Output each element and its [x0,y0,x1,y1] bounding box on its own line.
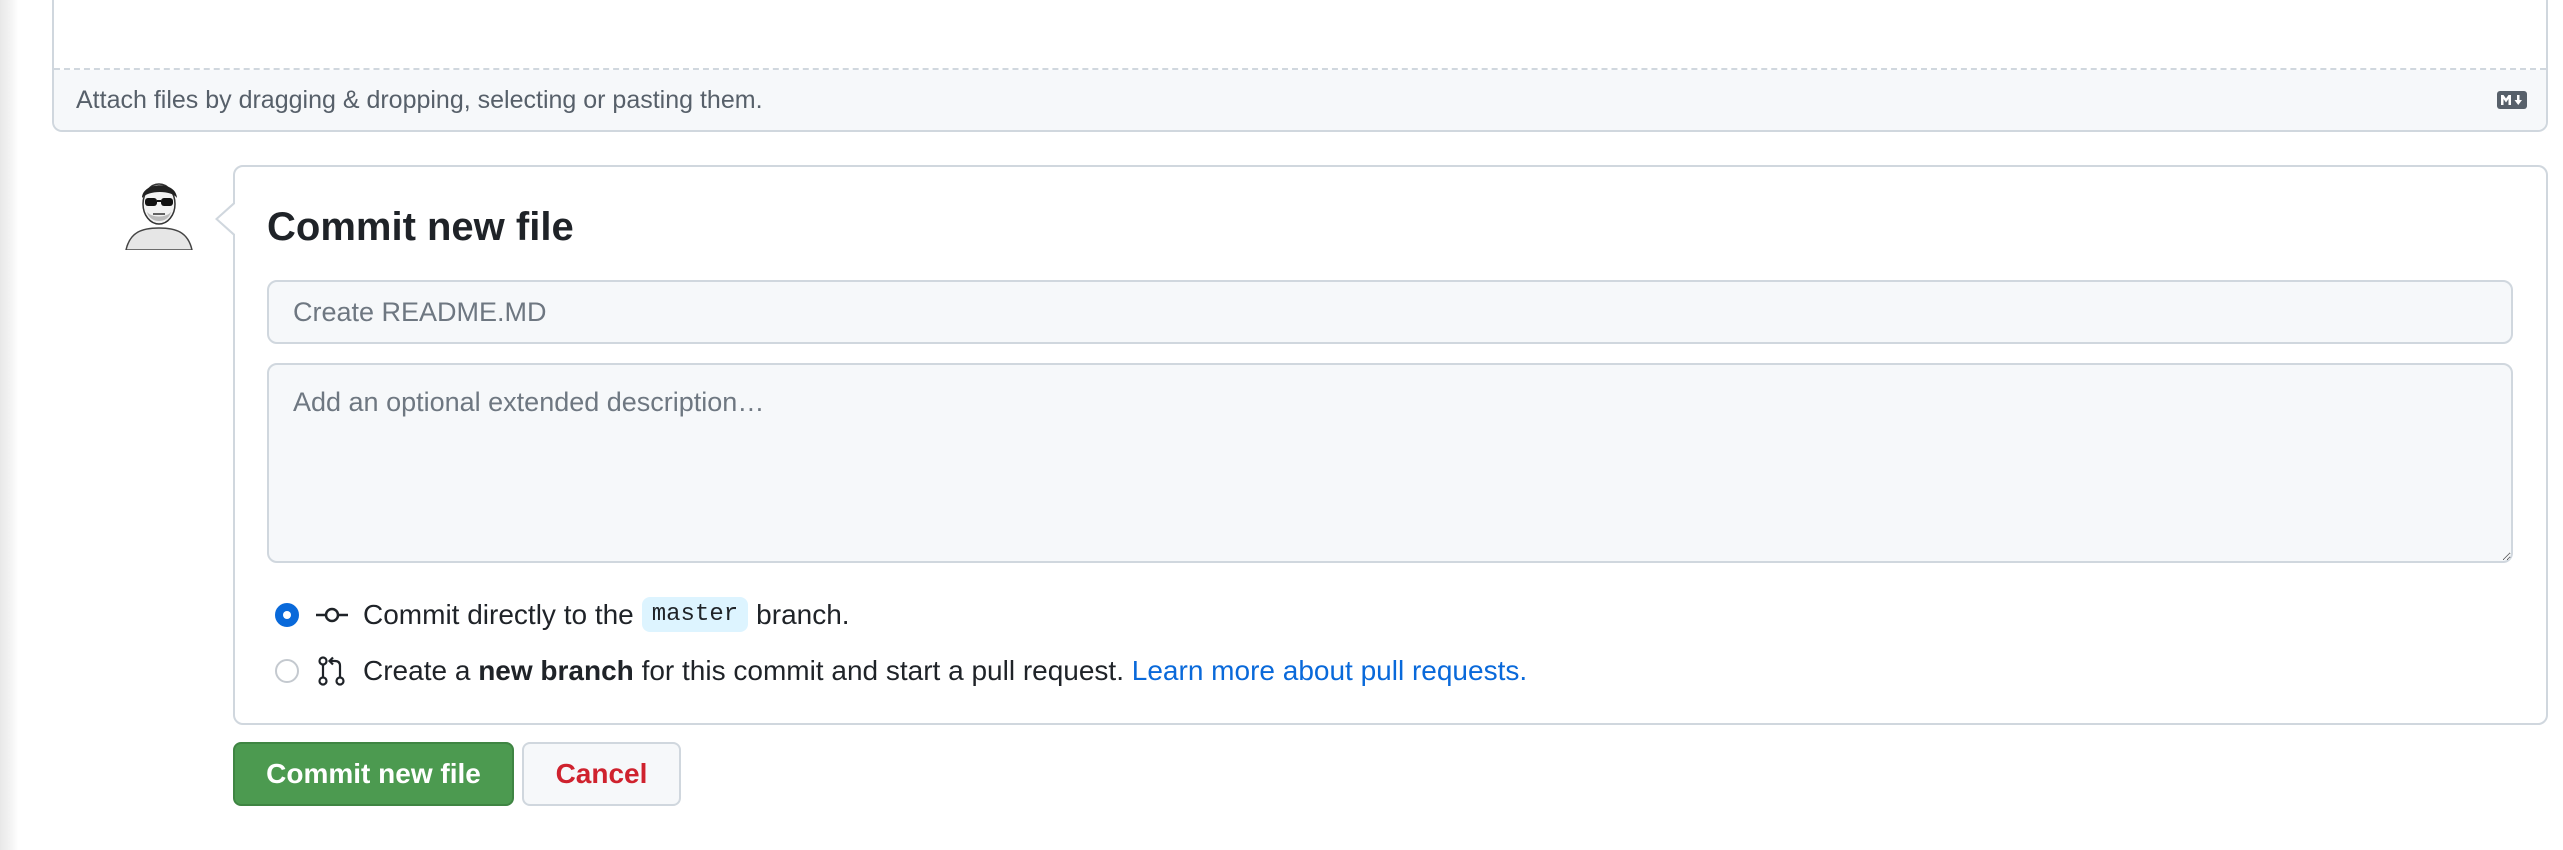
attach-files-text: Attach files by dragging & dropping, sel… [76,85,763,114]
editor-text-area[interactable] [54,0,2546,70]
learn-more-pull-requests-link[interactable]: Learn more about pull requests. [1132,655,1527,687]
branch-name-badge: master [641,597,749,632]
commit-form: Commit new file Commit directly to the m… [215,165,2548,725]
radio-new-branch[interactable] [275,659,299,683]
avatar [120,172,198,251]
option-new-branch-suffix: for this commit and start a pull request… [641,655,1124,686]
git-pull-request-icon [315,656,349,686]
markdown-icon [2496,90,2528,110]
file-editor[interactable]: Attach files by dragging & dropping, sel… [52,0,2548,132]
commit-new-file-button[interactable]: Commit new file [233,742,514,806]
git-commit-icon [315,600,349,630]
page-edge-shadow [0,0,18,850]
commit-title: Commit new file [267,205,574,249]
commit-summary-input[interactable] [267,280,2513,344]
option-commit-directly-prefix: Commit directly to the [363,598,634,630]
option-new-branch-bold: new branch [478,655,634,686]
cancel-button[interactable]: Cancel [522,742,681,806]
option-new-branch[interactable]: Create a new branch for this commit and … [275,655,1527,687]
attach-files-bar[interactable]: Attach files by dragging & dropping, sel… [54,70,2546,130]
commit-description-input[interactable] [267,363,2513,563]
radio-commit-directly[interactable] [275,602,299,627]
option-commit-directly[interactable]: Commit directly to the master branch. [275,597,850,632]
option-commit-directly-suffix: branch. [756,598,850,630]
option-new-branch-prefix: Create a [363,655,471,686]
